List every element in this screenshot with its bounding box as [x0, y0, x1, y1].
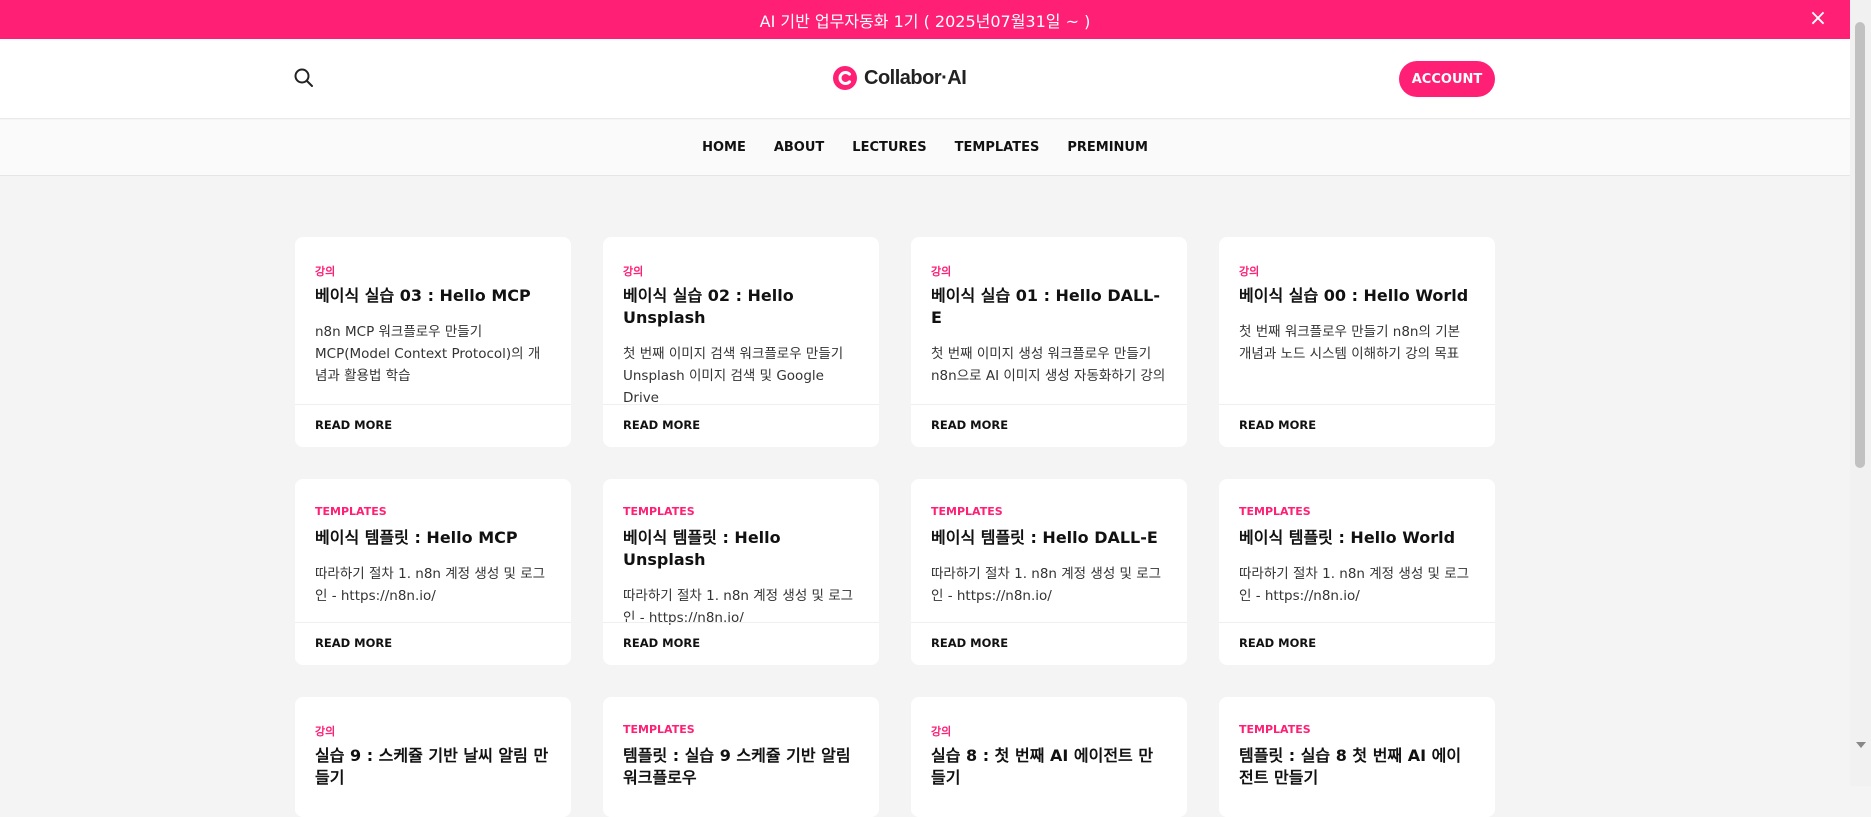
post-title[interactable]: 실습 9 : 스케쥴 기반 날씨 알림 만들기 [315, 745, 551, 789]
post-category[interactable]: TEMPLATES [931, 505, 1167, 519]
logo-text: Collabor·AI [864, 66, 967, 89]
post-card[interactable]: TEMPLATES 템플릿 : 실습 8 첫 번째 AI 에이전트 만들기 [1219, 697, 1495, 817]
post-category[interactable]: 강의 [315, 263, 551, 278]
post-title[interactable]: 베이식 실습 00 : Hello World [1239, 285, 1475, 307]
scrollbar-thumb[interactable] [1855, 22, 1865, 468]
post-excerpt: 첫 번째 이미지 검색 워크플로우 만들기 Unsplash 이미지 검색 및 … [623, 346, 844, 406]
site-header: Collabor·AI ACCOUNT [0, 39, 1850, 119]
post-category[interactable]: 강의 [623, 263, 859, 278]
post-card[interactable]: 강의 베이식 실습 00 : Hello World 첫 번째 워크플로우 만들… [1219, 237, 1495, 447]
post-card[interactable]: 강의 베이식 실습 03 : Hello MCP n8n MCP 워크플로우 만… [295, 237, 571, 447]
page-scrollbar[interactable] [1850, 0, 1871, 786]
post-title[interactable]: 베이식 템플릿 : Hello World [1239, 527, 1475, 549]
post-title[interactable]: 템플릿 : 실습 9 스케쥴 기반 알림 워크플로우 [623, 745, 859, 789]
post-category[interactable]: 강의 [931, 723, 1167, 738]
post-category[interactable]: 강의 [315, 723, 551, 738]
post-category[interactable]: TEMPLATES [315, 505, 551, 519]
post-category[interactable]: TEMPLATES [623, 505, 859, 519]
read-more-link[interactable]: READ MORE [911, 404, 1187, 445]
read-more-link[interactable]: READ MORE [603, 404, 879, 445]
post-title[interactable]: 템플릿 : 실습 8 첫 번째 AI 에이전트 만들기 [1239, 745, 1475, 789]
post-category[interactable]: 강의 [931, 263, 1167, 278]
post-title[interactable]: 베이식 템플릿 : Hello MCP [315, 527, 551, 549]
post-title[interactable]: 베이식 실습 01 : Hello DALL-E [931, 285, 1167, 329]
read-more-link[interactable]: READ MORE [1219, 404, 1495, 445]
post-card[interactable]: 강의 실습 8 : 첫 번째 AI 에이전트 만들기 [911, 697, 1187, 817]
close-icon[interactable]: × [1806, 7, 1830, 31]
post-excerpt: n8n MCP 워크플로우 만들기 MCP(Model Context Prot… [315, 324, 541, 384]
nav-item-preminum[interactable]: PREMINUM [1067, 140, 1148, 155]
nav-item-home[interactable]: HOME [702, 140, 746, 155]
read-more-link[interactable]: READ MORE [295, 622, 571, 663]
post-title[interactable]: 베이식 템플릿 : Hello DALL-E [931, 527, 1167, 549]
read-more-link[interactable]: READ MORE [911, 622, 1187, 663]
logo-mark-icon [833, 66, 857, 90]
post-excerpt: 따라하기 절차 1. n8n 계정 생성 및 로그인 - https://n8n… [315, 566, 546, 604]
read-more-link[interactable]: READ MORE [1219, 622, 1495, 663]
scroll-down-arrow-icon[interactable] [1856, 742, 1866, 748]
post-card[interactable]: TEMPLATES 베이식 템플릿 : Hello MCP 따라하기 절차 1.… [295, 479, 571, 665]
search-icon[interactable] [292, 66, 316, 90]
post-title[interactable]: 실습 8 : 첫 번째 AI 에이전트 만들기 [931, 745, 1167, 789]
post-excerpt: 따라하기 절차 1. n8n 계정 생성 및 로그인 - https://n8n… [1239, 566, 1470, 604]
post-card[interactable]: 강의 실습 9 : 스케쥴 기반 날씨 알림 만들기 [295, 697, 571, 817]
post-title[interactable]: 베이식 템플릿 : Hello Unsplash [623, 527, 859, 571]
post-card[interactable]: TEMPLATES 베이식 템플릿 : Hello World 따라하기 절차 … [1219, 479, 1495, 665]
nav-item-about[interactable]: ABOUT [774, 140, 824, 155]
post-card[interactable]: TEMPLATES 베이식 템플릿 : Hello Unsplash 따라하기 … [603, 479, 879, 665]
post-excerpt: 첫 번째 이미지 생성 워크플로우 만들기 n8n으로 AI 이미지 생성 자동… [931, 346, 1166, 384]
post-title[interactable]: 베이식 실습 03 : Hello MCP [315, 285, 551, 307]
post-excerpt: 따라하기 절차 1. n8n 계정 생성 및 로그인 - https://n8n… [931, 566, 1162, 604]
post-category[interactable]: TEMPLATES [1239, 723, 1475, 737]
post-title[interactable]: 베이식 실습 02 : Hello Unsplash [623, 285, 859, 329]
post-category[interactable]: TEMPLATES [1239, 505, 1475, 519]
nav-item-lectures[interactable]: LECTURES [852, 140, 926, 155]
read-more-link[interactable]: READ MORE [603, 622, 879, 663]
read-more-link[interactable]: READ MORE [295, 404, 571, 445]
announcement-text[interactable]: AI 기반 업무자동화 1기 ( 2025년07월31일 ~ ) [760, 8, 1091, 32]
post-card[interactable]: 강의 베이식 실습 01 : Hello DALL-E 첫 번째 이미지 생성 … [911, 237, 1187, 447]
post-category[interactable]: 강의 [1239, 263, 1475, 278]
nav-item-templates[interactable]: TEMPLATES [955, 140, 1040, 155]
post-category[interactable]: TEMPLATES [623, 723, 859, 737]
post-card[interactable]: TEMPLATES 템플릿 : 실습 9 스케쥴 기반 알림 워크플로우 [603, 697, 879, 817]
account-button[interactable]: ACCOUNT [1399, 61, 1495, 97]
announcement-banner: AI 기반 업무자동화 1기 ( 2025년07월31일 ~ ) × [0, 0, 1850, 39]
post-grid: 강의 베이식 실습 03 : Hello MCP n8n MCP 워크플로우 만… [295, 237, 1495, 817]
post-card[interactable]: TEMPLATES 베이식 템플릿 : Hello DALL-E 따라하기 절차… [911, 479, 1187, 665]
main-nav: HOME ABOUT LECTURES TEMPLATES PREMINUM [0, 120, 1850, 176]
site-logo[interactable]: Collabor·AI [832, 65, 967, 91]
post-card[interactable]: 강의 베이식 실습 02 : Hello Unsplash 첫 번째 이미지 검… [603, 237, 879, 447]
post-excerpt: 첫 번째 워크플로우 만들기 n8n의 기본 개념과 노드 시스템 이해하기 강… [1239, 324, 1461, 362]
